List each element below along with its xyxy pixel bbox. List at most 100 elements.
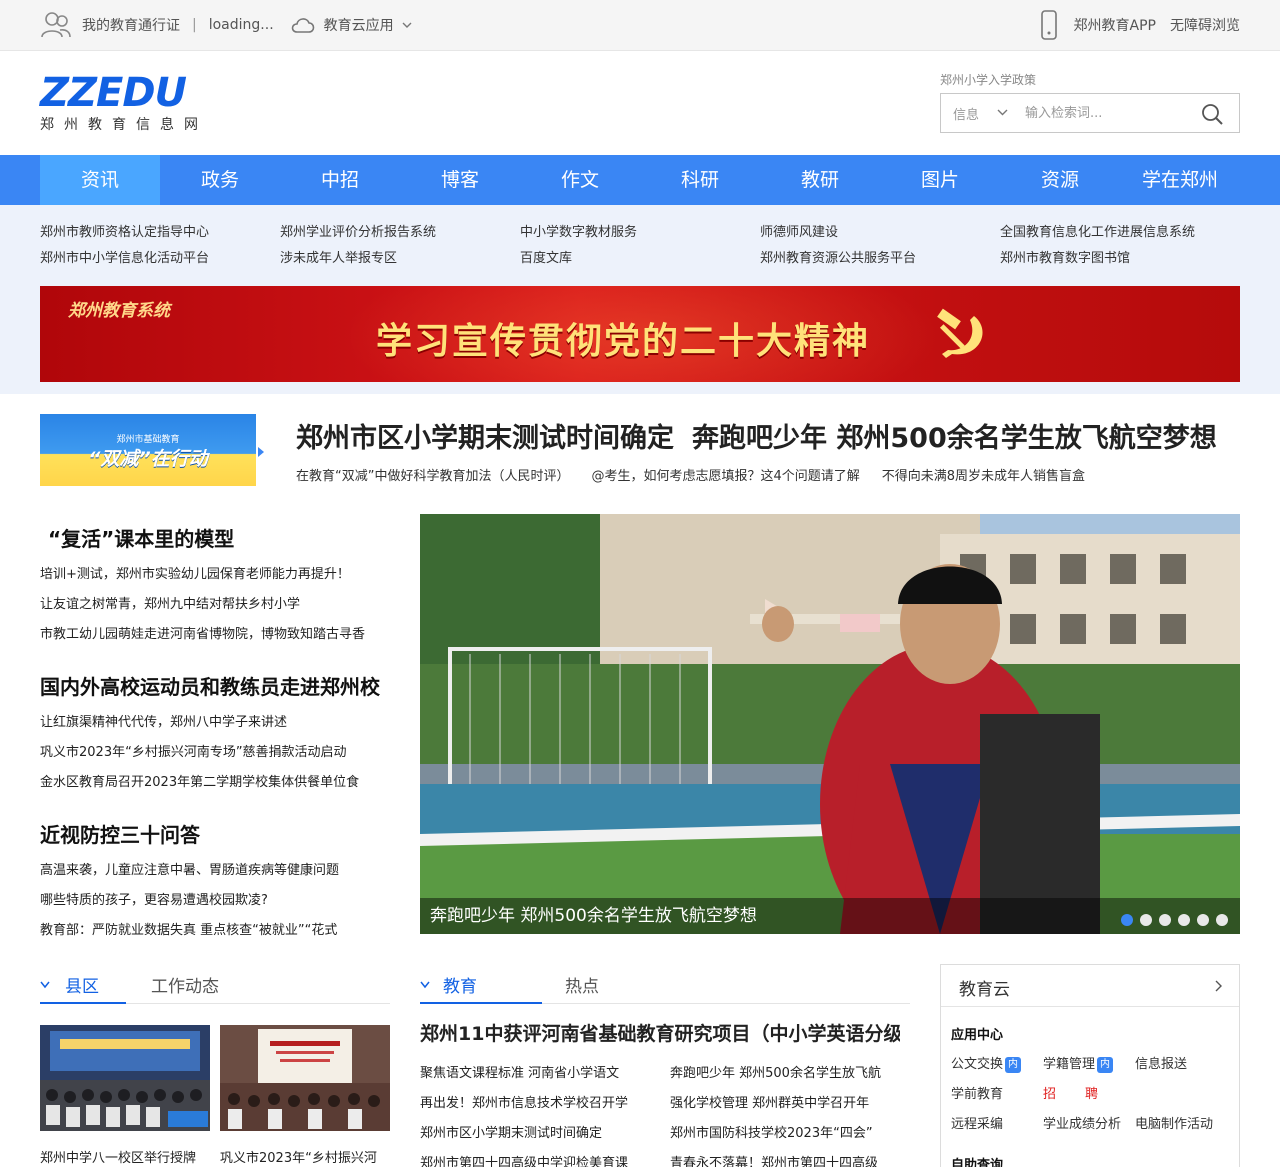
slideshow[interactable]: 奔跑吧少年 郑州500余名学生放飞航空梦想: [420, 514, 1240, 934]
slide-dot[interactable]: [1197, 914, 1209, 926]
education-link[interactable]: 郑州市国防科技学校2023年“四会”: [670, 1122, 902, 1141]
app-link[interactable]: 郑州教育APP: [1074, 15, 1156, 35]
slide-dot[interactable]: [1121, 914, 1133, 926]
quick-link[interactable]: 郑州市中小学信息化活动平台: [40, 247, 209, 266]
story-title[interactable]: 国内外高校运动员和教练员走进郑州校: [40, 671, 380, 700]
app-info-report[interactable]: 信息报送: [1135, 1053, 1187, 1072]
nav-item-study-in-zhengzhou[interactable]: 学在郑州: [1120, 155, 1240, 205]
education-link[interactable]: 聚焦语文课程标准 河南省小学语文: [420, 1062, 652, 1081]
app-hire[interactable]: 聘: [1085, 1083, 1098, 1102]
site-logo[interactable]: ZZEDU 郑州教育信息网: [40, 73, 202, 133]
search-box: 信息: [940, 93, 1240, 133]
education-link[interactable]: 青春永不落幕！郑州市第四十四高级: [670, 1152, 902, 1167]
app-student-records[interactable]: 学籍管理内: [1043, 1053, 1114, 1073]
chevron-right-icon[interactable]: [257, 446, 265, 458]
education-pass-link[interactable]: 我的教育通行证: [82, 15, 180, 35]
news-thumbnail[interactable]: [40, 1025, 210, 1131]
sub-headline-link[interactable]: 在教育“双减”中做好科学教育加法（人民时评）: [296, 469, 569, 484]
story-link[interactable]: 市教工幼儿园萌娃走进河南省博物院，博物致知踏古寻香: [40, 623, 390, 642]
chevron-down-icon[interactable]: [997, 107, 1008, 118]
app-document-exchange[interactable]: 公文交换内: [951, 1053, 1022, 1073]
headline-link[interactable]: 郑州市区小学期末测试时间确定: [296, 423, 674, 454]
quick-link[interactable]: 师德师风建设: [760, 221, 838, 240]
nav-item-government[interactable]: 政务: [160, 155, 280, 205]
cloud-apps-menu[interactable]: 教育云应用: [324, 15, 394, 35]
story-link[interactable]: 教育部：严防就业数据失真 重点核查“被就业”“花式: [40, 919, 390, 938]
quick-link[interactable]: 百度文库: [520, 247, 572, 266]
story-title[interactable]: 近视防控三十问答: [40, 819, 200, 848]
quick-link[interactable]: 全国教育信息化工作进展信息系统: [1000, 221, 1195, 240]
nav-item-blog[interactable]: 博客: [400, 155, 520, 205]
nav-item-teaching-research[interactable]: 教研: [760, 155, 880, 205]
quick-link[interactable]: 郑州市教师资格认定指导中心: [40, 221, 209, 240]
search-category-select[interactable]: 信息: [953, 104, 979, 123]
story-link[interactable]: 让红旗渠精神代代传，郑州八中学子来讲述: [40, 711, 390, 730]
tab-underline: [420, 1002, 542, 1004]
edu-cloud-header[interactable]: 教育云: [941, 965, 1239, 1007]
story-link[interactable]: 金水区教育局召开2023年第二学期学校集体供餐单位食: [40, 771, 390, 790]
chevron-right-icon[interactable]: [1215, 980, 1223, 992]
banner-brand: 郑州教育系统: [68, 301, 170, 321]
news-thumbnail[interactable]: [220, 1025, 390, 1131]
policy-link[interactable]: 郑州小学入学政策: [940, 71, 1036, 88]
nav-item-resources[interactable]: 资源: [1000, 155, 1120, 205]
app-recruit[interactable]: 招: [1043, 1083, 1056, 1102]
app-computer-activity[interactable]: 电脑制作活动: [1135, 1113, 1213, 1132]
users-icon[interactable]: [40, 9, 72, 41]
quick-link[interactable]: 郑州市教育数字图书馆: [1000, 247, 1130, 266]
story-link[interactable]: 哪些特质的孩子，更容易遭遇校园欺凌?: [40, 889, 390, 908]
app-remote-editing[interactable]: 远程采编: [951, 1113, 1003, 1132]
tab-county[interactable]: 县区: [65, 972, 99, 997]
story-title[interactable]: “复活”课本里的模型: [48, 523, 234, 552]
app-grade-analysis[interactable]: 学业成绩分析: [1043, 1113, 1121, 1132]
education-link[interactable]: 郑州市区小学期末测试时间确定: [420, 1122, 652, 1141]
app-preschool[interactable]: 学前教育: [951, 1083, 1003, 1102]
chevron-down-icon[interactable]: [402, 20, 412, 30]
thumbnail-caption[interactable]: 郑州中学八一校区举行授牌: [40, 1147, 210, 1166]
slideshow-photo: [420, 514, 1240, 934]
search-icon[interactable]: [1201, 103, 1223, 125]
chevron-down-icon: [40, 981, 50, 989]
education-link[interactable]: 再出发！郑州市信息技术学校召开学: [420, 1092, 652, 1111]
nav-item-admissions[interactable]: 中招: [280, 155, 400, 205]
county-tabs: 县区 工作动态: [40, 966, 390, 1004]
story-link[interactable]: 培训+测试，郑州市实验幼儿园保育老师能力再提升！: [40, 563, 390, 582]
party-banner[interactable]: 郑州教育系统 学习宣传贯彻党的二十大精神: [40, 286, 1240, 382]
double-reduction-promo[interactable]: 郑州市基础教育 “双减”在行动: [40, 414, 256, 486]
story-link[interactable]: 巩义市2023年“乡村振兴河南专场”慈善捐款活动启动: [40, 741, 390, 760]
top-bar: 我的教育通行证 | loading... 教育云应用 郑州教育APP 无障碍浏览: [0, 0, 1280, 51]
education-link[interactable]: 郑州市第四十四高级中学迎检美育课: [420, 1152, 652, 1167]
tab-education[interactable]: 教育: [443, 972, 477, 997]
quick-link[interactable]: 涉未成年人举报专区: [280, 247, 397, 266]
accessibility-link[interactable]: 无障碍浏览: [1170, 15, 1240, 35]
slide-dot[interactable]: [1216, 914, 1228, 926]
login-status[interactable]: loading...: [209, 17, 274, 33]
nav-item-research[interactable]: 科研: [640, 155, 760, 205]
nav-item-essay[interactable]: 作文: [520, 155, 640, 205]
tab-work-updates[interactable]: 工作动态: [151, 972, 219, 997]
sub-headline-link[interactable]: 不得向未满8周岁未成年人销售盲盒: [882, 469, 1085, 484]
internal-badge: 内: [1097, 1057, 1114, 1073]
slide-dot[interactable]: [1178, 914, 1190, 926]
tab-hot-topics[interactable]: 热点: [565, 972, 599, 997]
slide-dot[interactable]: [1140, 914, 1152, 926]
phone-icon: [1040, 10, 1057, 40]
search-input[interactable]: [1025, 100, 1195, 126]
slide-dot[interactable]: [1159, 914, 1171, 926]
quick-link[interactable]: 中小学数字教材服务: [520, 221, 637, 240]
nav-item-news[interactable]: 资讯: [40, 155, 160, 205]
nav-item-pictures[interactable]: 图片: [880, 155, 1000, 205]
quick-link[interactable]: 郑州教育资源公共服务平台: [760, 247, 916, 266]
sub-headline-link[interactable]: @考生，如何考虑志愿填报？这4个问题请了解: [591, 469, 859, 484]
story-link[interactable]: 高温来袭，儿童应注意中暑、胃肠道疾病等健康问题: [40, 859, 390, 878]
story-link[interactable]: 让友谊之树常青，郑州九中结对帮扶乡村小学: [40, 593, 390, 612]
slideshow-caption[interactable]: 奔跑吧少年 郑州500余名学生放飞航空梦想: [430, 901, 757, 926]
quick-link[interactable]: 郑州学业评价分析报告系统: [280, 221, 436, 240]
thumbnail-caption[interactable]: 巩义市2023年“乡村振兴河: [220, 1147, 390, 1166]
thumbnail-image: [40, 1025, 210, 1131]
education-top-story[interactable]: 郑州11中获评河南省基础教育研究项目（中小学英语分级: [420, 1019, 900, 1046]
headline-link[interactable]: 奔跑吧少年 郑州500余名学生放飞航空梦想: [692, 423, 1217, 454]
education-link[interactable]: 奔跑吧少年 郑州500余名学生放飞航: [670, 1062, 902, 1081]
education-link[interactable]: 强化学校管理 郑州群英中学召开年: [670, 1092, 902, 1111]
hammer-sickle-icon: [937, 308, 983, 358]
